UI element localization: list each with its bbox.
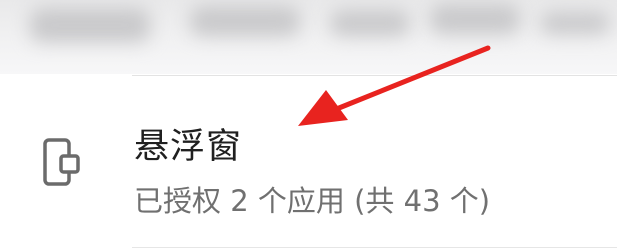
blurred-content bbox=[540, 12, 610, 34]
settings-item-subtitle: 已授权 2 个应用 (共 43 个) bbox=[134, 184, 491, 218]
blurred-content bbox=[190, 6, 300, 36]
floating-window-phone-icon bbox=[43, 138, 80, 186]
blurred-content bbox=[430, 4, 520, 34]
blurred-content bbox=[30, 8, 150, 42]
divider bbox=[132, 247, 617, 248]
red-arrow-icon bbox=[298, 45, 491, 126]
blurred-content bbox=[330, 10, 410, 36]
settings-item-title: 悬浮窗 bbox=[134, 127, 243, 167]
